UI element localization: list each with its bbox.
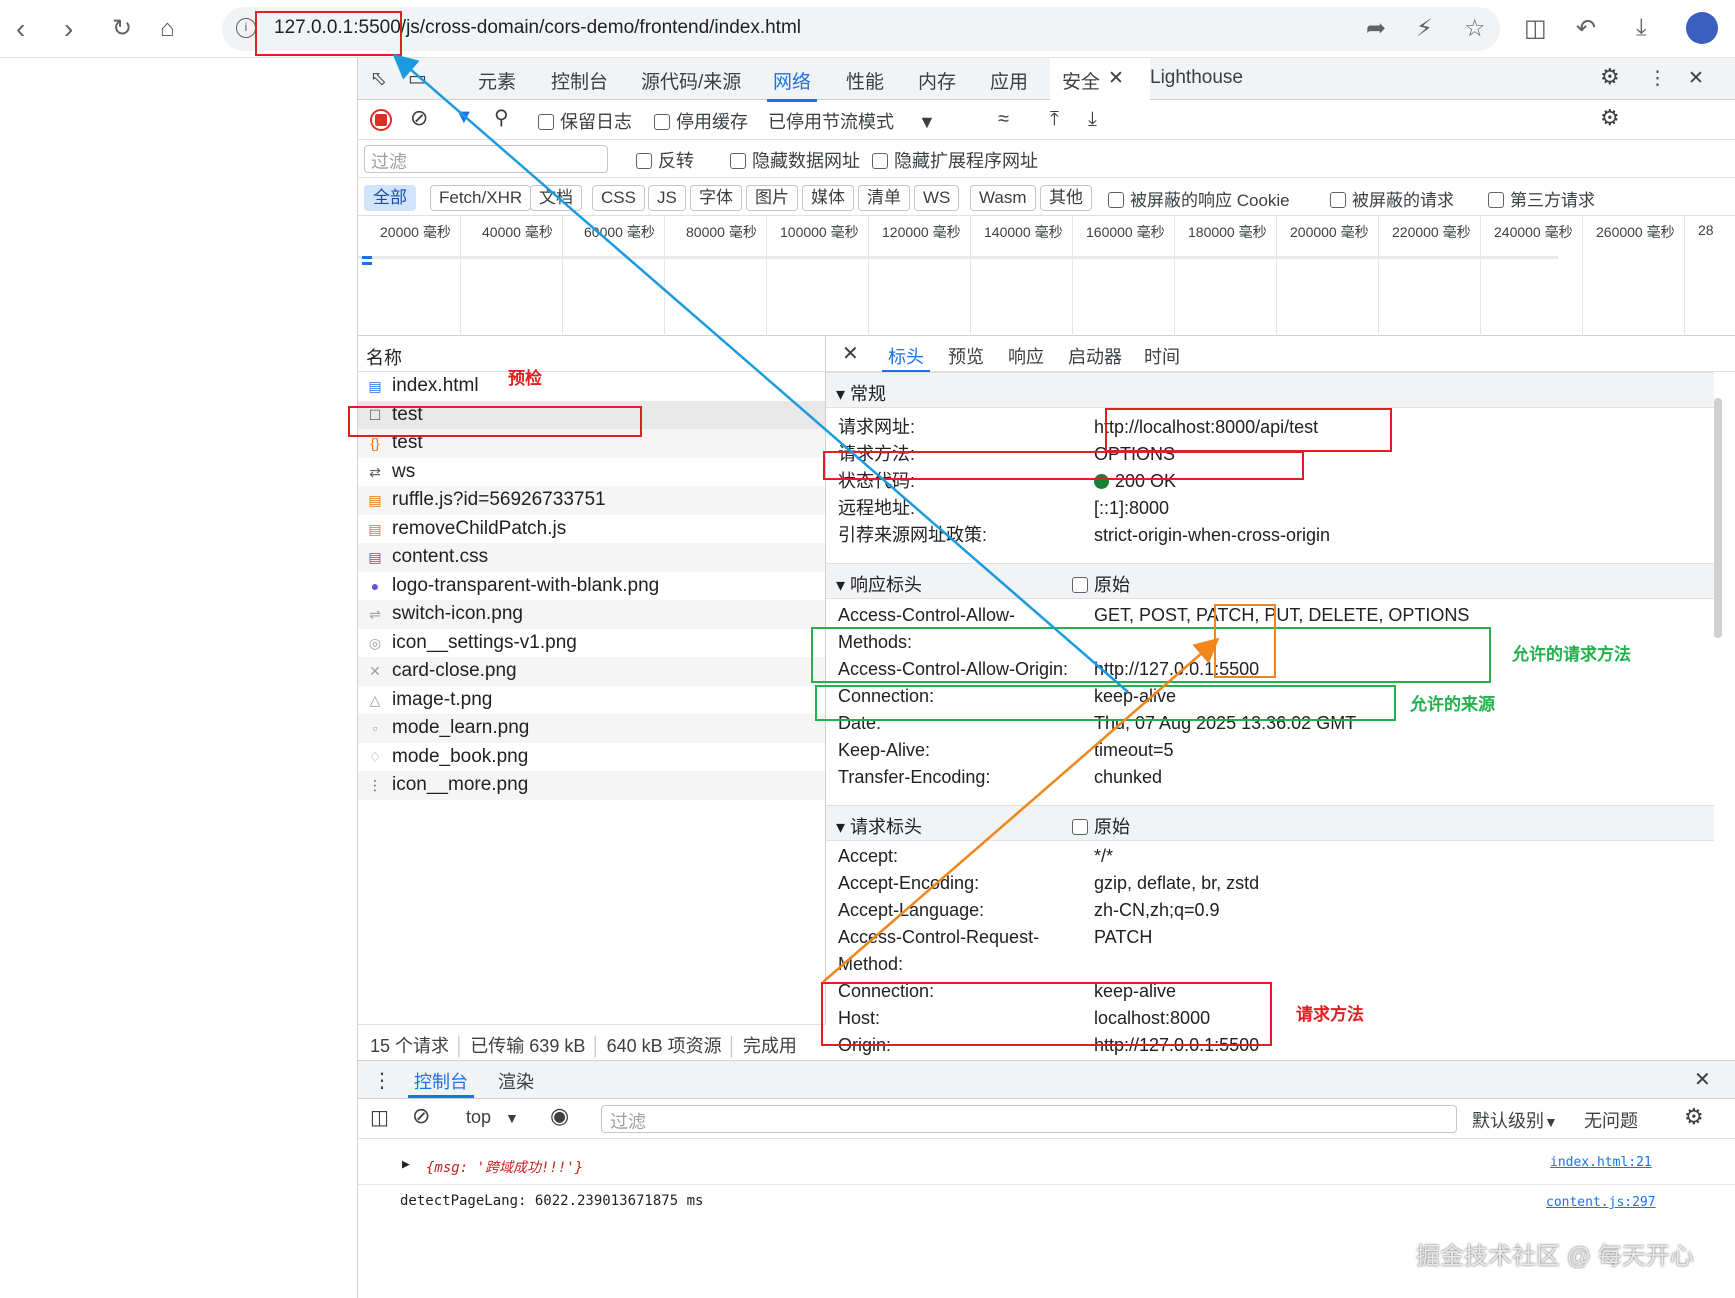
- watermark: 掘金技术社区 @ 每天开心: [1416, 1243, 1694, 1270]
- origin-arrow: [392, 53, 1129, 693]
- annotation-arrows: [392, 53, 1220, 983]
- method-arrow: [822, 637, 1220, 983]
